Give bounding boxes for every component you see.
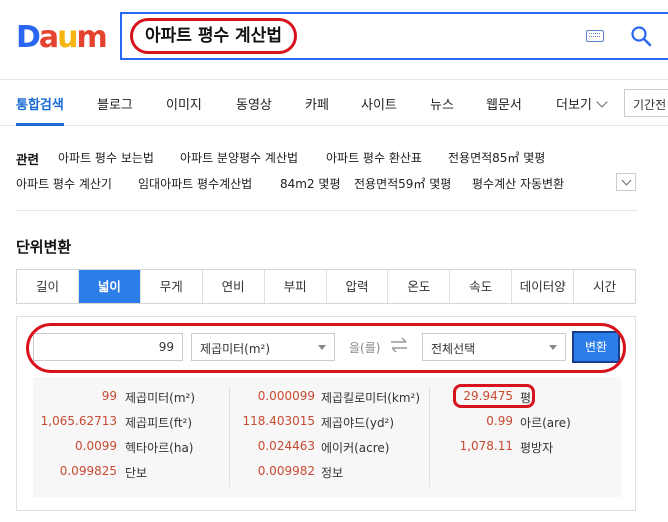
conversion-results: 99 제곱미터(m²) 1,065.62713 제곱피트(ft²) 0.0099… bbox=[33, 377, 621, 497]
keyboard-icon[interactable] bbox=[586, 30, 604, 42]
tab-fuel-economy[interactable]: 연비 bbox=[203, 270, 265, 303]
result-unit: 제곱피트(ft²) bbox=[125, 416, 193, 430]
logo-letter: u bbox=[57, 19, 78, 55]
result-value: 99 bbox=[101, 389, 117, 403]
result-value: 1,065.62713 bbox=[40, 414, 117, 428]
result-unit: 제곱미터(m²) bbox=[125, 391, 196, 405]
tab-data-size[interactable]: 데이터양 bbox=[512, 270, 575, 303]
related-link[interactable]: 임대아파트 평수계산법 bbox=[138, 175, 252, 192]
tab-area[interactable]: 넓이 bbox=[78, 270, 141, 303]
logo-letter: a bbox=[38, 19, 59, 55]
search-box[interactable]: 아파트 평수 계산법 bbox=[120, 12, 668, 60]
daum-logo[interactable]: D a u m bbox=[16, 19, 108, 55]
result-unit: 정보 bbox=[321, 466, 344, 480]
tab-pressure[interactable]: 압력 bbox=[327, 270, 389, 303]
result-value: 0.009982 bbox=[257, 464, 315, 478]
related-searches: 관련 아파트 평수 보는법 아파트 분양평수 계산법 아파트 평수 환산표 전용… bbox=[16, 145, 638, 211]
related-expand-button[interactable] bbox=[616, 173, 636, 191]
tab-webdoc[interactable]: 웹문서 bbox=[486, 94, 522, 113]
converter-title: 단위변환 bbox=[16, 238, 72, 256]
related-link[interactable]: 전용면적59㎡ 몇평 bbox=[354, 175, 451, 192]
tab-video[interactable]: 동영상 bbox=[236, 94, 272, 113]
result-value: 0.99 bbox=[486, 414, 513, 428]
logo-letter: D bbox=[16, 19, 41, 55]
related-label: 관련 bbox=[16, 152, 40, 167]
tab-news[interactable]: 뉴스 bbox=[430, 94, 454, 113]
result-value: 0.000099 bbox=[257, 389, 315, 403]
tab-site[interactable]: 사이트 bbox=[361, 94, 397, 113]
search-icon[interactable] bbox=[630, 25, 652, 47]
result-unit: 아르(are) bbox=[520, 416, 571, 430]
result-value: 0.099825 bbox=[59, 464, 117, 478]
tab-weight[interactable]: 무게 bbox=[141, 270, 203, 303]
result-unit: 평방자 bbox=[520, 441, 554, 455]
result-unit: 에이커(acre) bbox=[321, 441, 390, 455]
result-value: 0.024463 bbox=[257, 439, 315, 453]
tab-image[interactable]: 이미지 bbox=[166, 94, 202, 113]
related-link[interactable]: 평수계산 자동변환 bbox=[472, 175, 564, 192]
header: D a u m 아파트 평수 계산법 bbox=[0, 0, 668, 80]
highlight-oval bbox=[26, 323, 626, 373]
highlight-oval bbox=[453, 384, 535, 408]
result-unit: 헥타아르(ha) bbox=[125, 441, 194, 455]
chevron-down-icon bbox=[596, 96, 608, 108]
tab-cafe[interactable]: 카페 bbox=[305, 94, 329, 113]
search-category-tabs: 통합검색 블로그 이미지 동영상 카페 사이트 뉴스 웹문서 더보기 기간전 bbox=[0, 80, 668, 126]
result-value: 1,078.11 bbox=[459, 439, 513, 453]
tab-integrated[interactable]: 통합검색 bbox=[16, 94, 64, 113]
tab-length[interactable]: 길이 bbox=[17, 270, 79, 303]
tab-volume[interactable]: 부피 bbox=[265, 270, 327, 303]
tab-more[interactable]: 더보기 bbox=[556, 94, 608, 113]
related-link[interactable]: 아파트 평수 계산기 bbox=[16, 175, 112, 192]
result-unit: 제곱킬로미터(km²) bbox=[321, 391, 421, 405]
unit-category-tabs: 길이 넓이 무게 연비 부피 압력 온도 속도 데이터양 시간 bbox=[16, 269, 636, 304]
tab-time[interactable]: 시간 bbox=[574, 270, 635, 303]
related-link[interactable]: 아파트 평수 보는법 bbox=[58, 149, 154, 166]
result-unit: 단보 bbox=[125, 466, 148, 480]
related-link[interactable]: 84m2 몇평 bbox=[280, 175, 341, 192]
period-filter[interactable]: 기간전 bbox=[624, 89, 668, 117]
tab-temperature[interactable]: 온도 bbox=[388, 270, 451, 303]
related-link[interactable]: 전용면적85㎡ 몇평 bbox=[448, 149, 545, 166]
search-input[interactable]: 아파트 평수 계산법 bbox=[130, 18, 297, 54]
related-link[interactable]: 아파트 분양평수 계산법 bbox=[180, 149, 298, 166]
result-value: 0.0099 bbox=[75, 439, 117, 453]
tab-more-label: 더보기 bbox=[556, 98, 592, 113]
active-tab-underline bbox=[16, 123, 64, 126]
tab-blog[interactable]: 블로그 bbox=[97, 94, 133, 113]
result-unit: 제곱야드(yd²) bbox=[321, 416, 395, 430]
related-link[interactable]: 아파트 평수 환산표 bbox=[326, 149, 422, 166]
result-value: 118.403015 bbox=[242, 414, 315, 428]
tab-speed[interactable]: 속도 bbox=[450, 270, 513, 303]
logo-letter: m bbox=[76, 19, 108, 55]
converter-panel: 99 제곱미터(m²) 을(를) 전체선택 변환 99 제곱미터(m²) 1,0… bbox=[16, 316, 636, 511]
